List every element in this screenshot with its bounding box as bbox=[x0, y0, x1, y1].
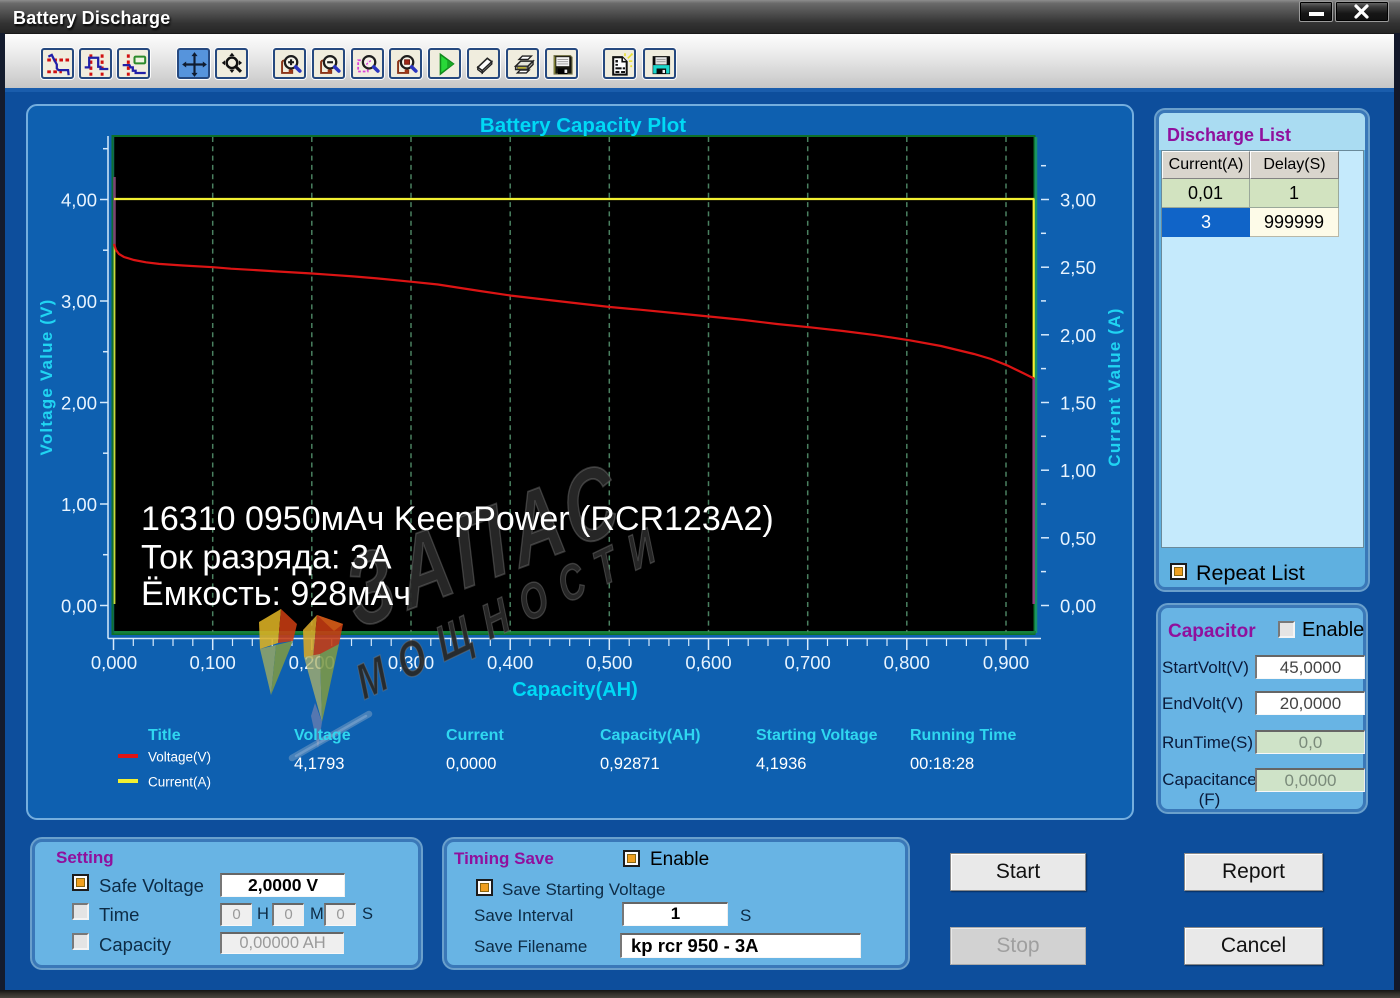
svg-text:1,00: 1,00 bbox=[61, 494, 97, 515]
svg-text:0,0000: 0,0000 bbox=[446, 755, 496, 773]
svg-text:Current: Current bbox=[446, 727, 504, 744]
svg-text:Battery Capacity Plot: Battery Capacity Plot bbox=[480, 114, 686, 137]
svg-text:2,50: 2,50 bbox=[1060, 257, 1096, 278]
svg-text:Voltage(V): Voltage(V) bbox=[148, 750, 211, 765]
svg-text:4,1793: 4,1793 bbox=[294, 755, 344, 773]
svg-text:2,00: 2,00 bbox=[61, 393, 97, 414]
svg-text:Title: Title bbox=[148, 727, 181, 744]
svg-text:Ток разряда: 3А: Ток разряда: 3А bbox=[141, 539, 392, 577]
svg-text:Running Time: Running Time bbox=[910, 727, 1016, 744]
svg-text:Current Value (A): Current Value (A) bbox=[1105, 307, 1124, 466]
svg-text:Starting Voltage: Starting Voltage bbox=[756, 727, 878, 744]
svg-text:0,50: 0,50 bbox=[1060, 528, 1096, 549]
svg-text:0,800: 0,800 bbox=[884, 652, 930, 673]
svg-text:0,00: 0,00 bbox=[1060, 596, 1096, 617]
svg-text:1,50: 1,50 bbox=[1060, 393, 1096, 414]
svg-text:3,00: 3,00 bbox=[61, 291, 97, 312]
svg-text:4,00: 4,00 bbox=[61, 190, 97, 211]
svg-text:0,100: 0,100 bbox=[190, 652, 236, 673]
svg-text:0,92871: 0,92871 bbox=[600, 755, 660, 773]
svg-text:00:18:28: 00:18:28 bbox=[910, 755, 974, 773]
svg-text:Capacity(AH): Capacity(AH) bbox=[600, 727, 700, 744]
svg-text:0,700: 0,700 bbox=[785, 652, 831, 673]
svg-text:Voltage Value (V): Voltage Value (V) bbox=[37, 298, 56, 455]
svg-text:0,00: 0,00 bbox=[61, 596, 97, 617]
svg-text:0,900: 0,900 bbox=[983, 652, 1029, 673]
svg-text:2,00: 2,00 bbox=[1060, 325, 1096, 346]
svg-text:Current(A): Current(A) bbox=[148, 775, 211, 790]
svg-text:3,00: 3,00 bbox=[1060, 190, 1096, 211]
svg-text:1,00: 1,00 bbox=[1060, 460, 1096, 481]
svg-text:Ёмкость: 928мАч: Ёмкость: 928мАч bbox=[141, 575, 411, 613]
svg-text:0,000: 0,000 bbox=[91, 652, 137, 673]
svg-text:0,600: 0,600 bbox=[685, 652, 731, 673]
svg-text:16310 0950мАч KeepPower (RCR12: 16310 0950мАч KeepPower (RCR123A2) bbox=[141, 500, 774, 538]
svg-text:4,1936: 4,1936 bbox=[756, 755, 806, 773]
svg-text:0,400: 0,400 bbox=[487, 652, 533, 673]
svg-text:0,500: 0,500 bbox=[586, 652, 632, 673]
svg-text:Voltage: Voltage bbox=[294, 727, 351, 744]
svg-text:Capacity(AH): Capacity(AH) bbox=[512, 679, 638, 701]
